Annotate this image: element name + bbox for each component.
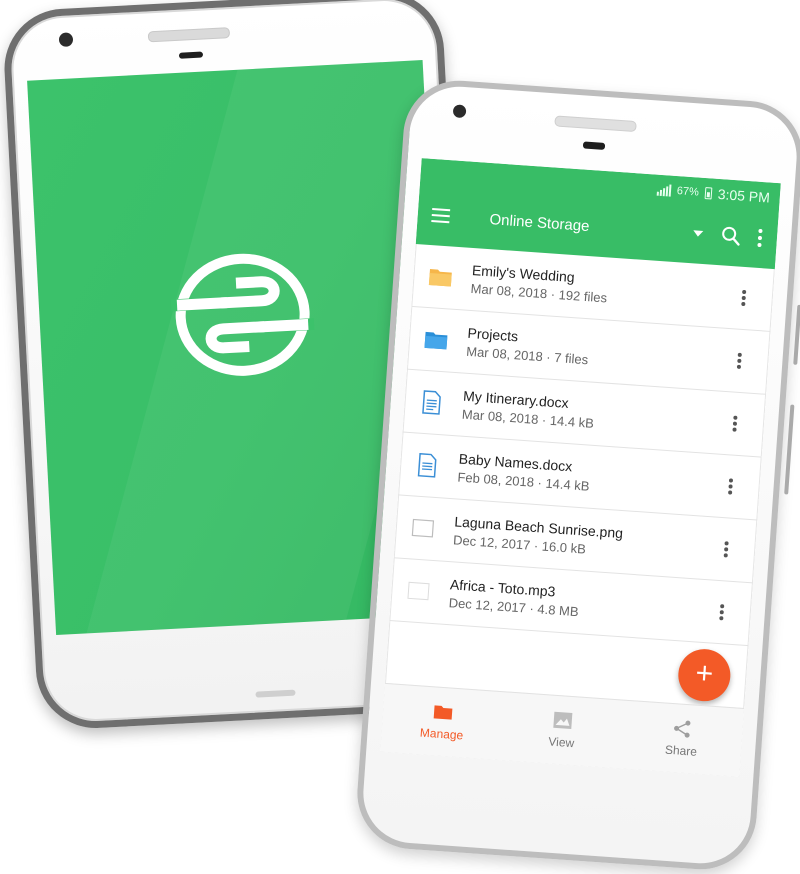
document-icon: [418, 389, 446, 417]
nav-manage-label: Manage: [419, 725, 463, 742]
overflow-menu-icon[interactable]: [756, 229, 763, 247]
image-nav-icon: [552, 711, 573, 730]
item-more-icon[interactable]: [731, 415, 738, 431]
item-more-icon[interactable]: [740, 290, 747, 306]
status-bar: 67% 3:05 PM: [656, 181, 770, 207]
file-list: Emily's Wedding Mar 08, 2018 · 192 files…: [389, 244, 774, 646]
audio-icon: [405, 577, 433, 605]
nav-share-label: Share: [665, 743, 698, 759]
power-button: [784, 405, 794, 495]
item-more-icon[interactable]: [718, 604, 725, 620]
battery-percent: 67%: [676, 185, 699, 199]
share-icon: [672, 719, 693, 738]
app-screen: 67% 3:05 PM Online Storage: [380, 158, 781, 777]
proximity-sensor: [583, 141, 605, 150]
nav-share[interactable]: Share: [620, 701, 744, 777]
hamburger-menu-icon[interactable]: [431, 208, 452, 223]
signal-icon: [657, 184, 672, 197]
search-icon[interactable]: [720, 225, 741, 246]
nav-view-label: View: [548, 734, 575, 750]
app-logo-icon: [164, 246, 321, 384]
folder-blue-icon: [422, 326, 450, 354]
nav-manage[interactable]: Manage: [380, 684, 504, 760]
add-fab-button[interactable]: +: [677, 647, 733, 703]
item-more-icon[interactable]: [723, 541, 730, 557]
item-more-icon[interactable]: [736, 353, 743, 369]
volume-button: [793, 305, 800, 365]
phone-right: 67% 3:05 PM Online Storage: [354, 77, 800, 873]
storage-selector-title[interactable]: Online Storage: [489, 211, 694, 242]
folder-orange-icon: [427, 263, 455, 291]
nav-view[interactable]: View: [500, 692, 624, 768]
proximity-sensor: [179, 52, 203, 59]
image-icon: [409, 514, 437, 542]
item-more-icon[interactable]: [727, 478, 734, 494]
document-icon: [413, 451, 441, 479]
clock: 3:05 PM: [717, 186, 770, 206]
folder-nav-icon: [433, 702, 454, 721]
battery-icon: [704, 187, 712, 199]
dropdown-caret-icon[interactable]: [693, 230, 703, 237]
